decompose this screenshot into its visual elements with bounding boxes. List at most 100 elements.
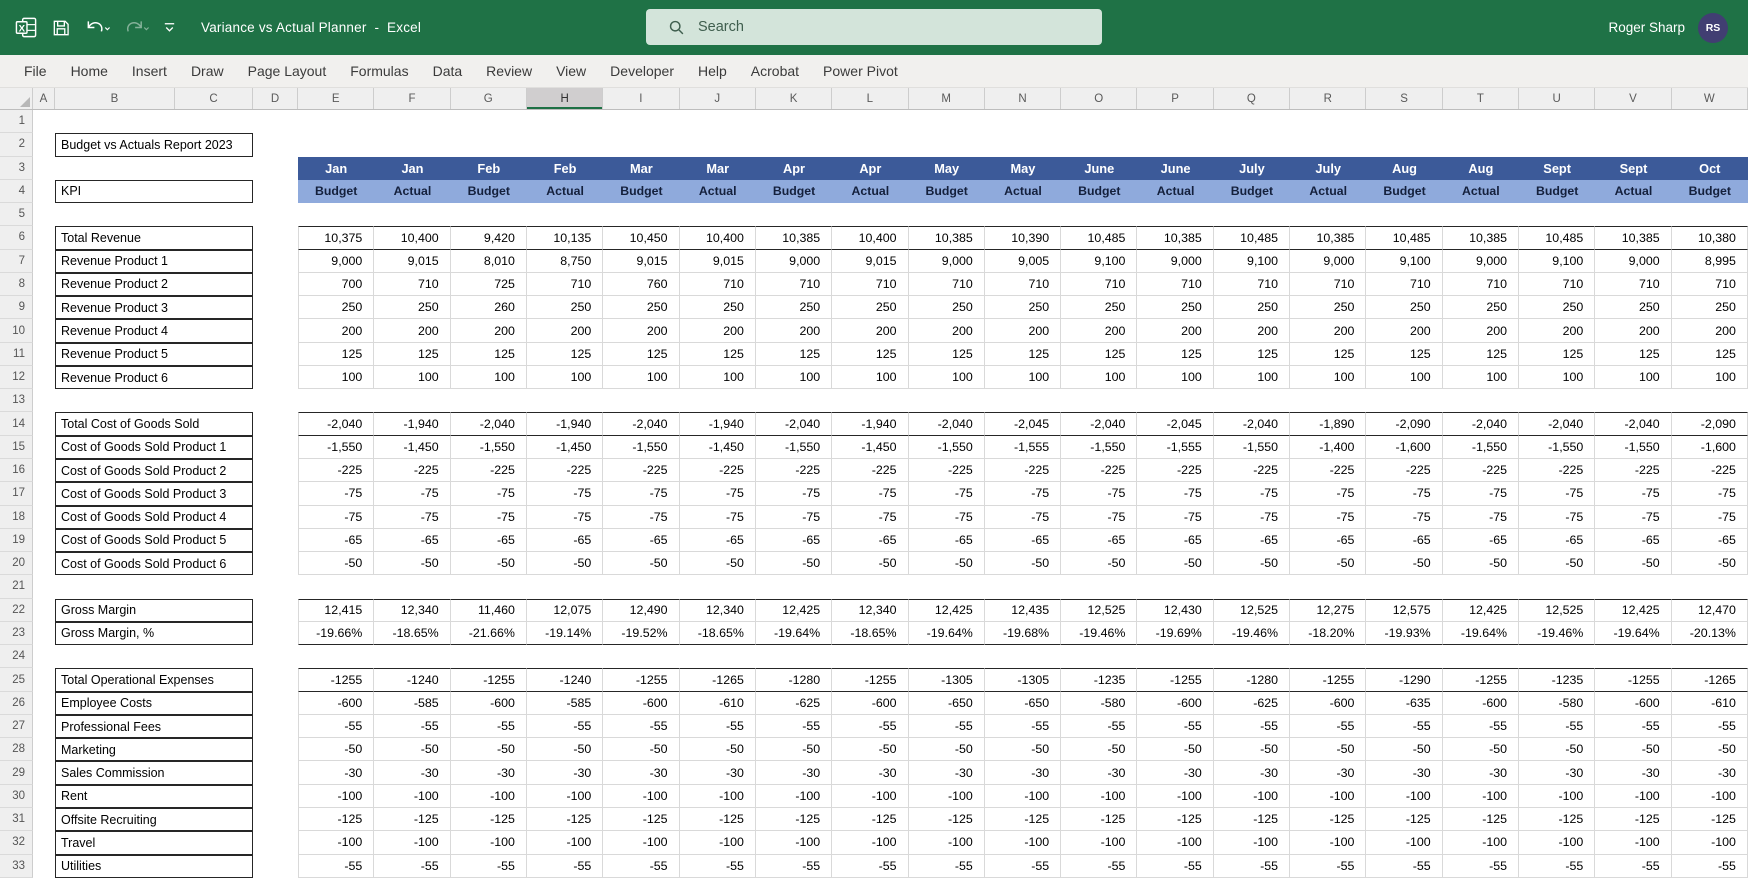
cell-W32[interactable]: -100 (1672, 831, 1748, 854)
row-label-box-29[interactable]: Sales Commission (55, 761, 253, 784)
cell-G28[interactable]: -50 (451, 738, 527, 761)
cell-I15[interactable]: -1,550 (603, 436, 679, 459)
cell-E17[interactable]: -75 (298, 482, 374, 505)
cell-F11[interactable]: 125 (374, 343, 450, 366)
cell-I29[interactable]: -30 (603, 761, 679, 784)
cell-A22[interactable] (33, 599, 55, 622)
cell-J9[interactable]: 250 (680, 296, 756, 319)
row-header-5[interactable]: 5 (0, 203, 33, 226)
row-header-19[interactable]: 19 (0, 529, 33, 552)
cell-O18[interactable]: -75 (1061, 506, 1137, 529)
cell-Q8[interactable]: 710 (1214, 273, 1290, 296)
cell-Q9[interactable]: 250 (1214, 296, 1290, 319)
cell-S11[interactable]: 125 (1366, 343, 1442, 366)
cell-M4[interactable]: Budget (909, 180, 985, 203)
cell-B31[interactable]: Offsite Recruiting (55, 808, 253, 831)
cell-S16[interactable]: -225 (1366, 459, 1442, 482)
row-label-box-7[interactable]: Revenue Product 1 (55, 250, 253, 273)
cell-E9[interactable]: 250 (298, 296, 374, 319)
cell-V31[interactable]: -125 (1595, 808, 1671, 831)
cell-T32[interactable]: -100 (1443, 831, 1519, 854)
cell-L31[interactable]: -125 (832, 808, 908, 831)
row-label-box-11[interactable]: Revenue Product 5 (55, 343, 253, 366)
row-label-box-12[interactable]: Revenue Product 6 (55, 366, 253, 389)
cell-R10[interactable]: 200 (1290, 319, 1366, 342)
cell-F15[interactable]: -1,450 (374, 436, 450, 459)
cell-I4[interactable]: Budget (603, 180, 679, 203)
cell-J7[interactable]: 9,015 (680, 250, 756, 273)
cell-J31[interactable]: -125 (680, 808, 756, 831)
cell-H17[interactable]: -75 (527, 482, 603, 505)
ribbon-tab-page-layout[interactable]: Page Layout (236, 55, 339, 87)
cell-D29[interactable] (253, 761, 298, 784)
cell-Q31[interactable]: -125 (1214, 808, 1290, 831)
cell-D2[interactable] (253, 133, 298, 156)
cell-F9[interactable]: 250 (374, 296, 450, 319)
cell-E25[interactable]: -1255 (298, 668, 374, 691)
cell-V15[interactable]: -1,550 (1595, 436, 1671, 459)
cell-P15[interactable]: -1,555 (1137, 436, 1213, 459)
cell-O30[interactable]: -100 (1061, 785, 1137, 808)
cell-G19[interactable]: -65 (451, 529, 527, 552)
cell-D25[interactable] (253, 668, 298, 691)
cell-B7[interactable]: Revenue Product 1 (55, 250, 253, 273)
cell-G30[interactable]: -100 (451, 785, 527, 808)
cell-S8[interactable]: 710 (1366, 273, 1442, 296)
cell-E7[interactable]: 9,000 (298, 250, 374, 273)
cell-U25[interactable]: -1235 (1519, 668, 1595, 691)
row-header-17[interactable]: 17 (0, 482, 33, 505)
cell-S18[interactable]: -75 (1366, 506, 1442, 529)
cell-M10[interactable]: 200 (909, 319, 985, 342)
cell-N11[interactable]: 125 (985, 343, 1061, 366)
cell-A13[interactable] (33, 389, 55, 412)
cell-N14[interactable]: -2,045 (985, 412, 1061, 435)
cell-Q17[interactable]: -75 (1214, 482, 1290, 505)
cell-H4[interactable]: Actual (527, 180, 603, 203)
cells-empty-row-1[interactable] (298, 110, 1748, 133)
cell-E26[interactable]: -600 (298, 692, 374, 715)
cell-R31[interactable]: -125 (1290, 808, 1366, 831)
cell-M11[interactable]: 125 (909, 343, 985, 366)
cell-A21[interactable] (33, 575, 55, 598)
cell-D11[interactable] (253, 343, 298, 366)
cell-W20[interactable]: -50 (1672, 552, 1748, 575)
cell-N26[interactable]: -650 (985, 692, 1061, 715)
cell-U30[interactable]: -100 (1519, 785, 1595, 808)
cell-J18[interactable]: -75 (680, 506, 756, 529)
cell-N32[interactable]: -100 (985, 831, 1061, 854)
row-header-33[interactable]: 33 (0, 855, 33, 878)
cell-T17[interactable]: -75 (1443, 482, 1519, 505)
column-header-V[interactable]: V (1595, 88, 1671, 109)
cell-G8[interactable]: 725 (451, 273, 527, 296)
cell-O14[interactable]: -2,040 (1061, 412, 1137, 435)
cell-N29[interactable]: -30 (985, 761, 1061, 784)
cell-F10[interactable]: 200 (374, 319, 450, 342)
column-header-K[interactable]: K (756, 88, 832, 109)
cell-L25[interactable]: -1255 (832, 668, 908, 691)
cell-L27[interactable]: -55 (832, 715, 908, 738)
cell-T18[interactable]: -75 (1443, 506, 1519, 529)
cell-F8[interactable]: 710 (374, 273, 450, 296)
cell-A15[interactable] (33, 436, 55, 459)
row-header-12[interactable]: 12 (0, 366, 33, 389)
cell-F25[interactable]: -1240 (374, 668, 450, 691)
cell-E12[interactable]: 100 (298, 366, 374, 389)
cell-Q4[interactable]: Budget (1214, 180, 1290, 203)
cell-T7[interactable]: 9,000 (1443, 250, 1519, 273)
save-button[interactable] (51, 18, 71, 38)
ribbon-tab-home[interactable]: Home (59, 55, 120, 87)
column-header-Q[interactable]: Q (1214, 88, 1290, 109)
cell-V22[interactable]: 12,425 (1595, 599, 1671, 622)
cell-P25[interactable]: -1255 (1137, 668, 1213, 691)
cell-A31[interactable] (33, 808, 55, 831)
cell-S7[interactable]: 9,100 (1366, 250, 1442, 273)
cell-V4[interactable]: Actual (1595, 180, 1671, 203)
cell-J23[interactable]: -18.65% (680, 622, 756, 645)
cell-J20[interactable]: -50 (680, 552, 756, 575)
cell-S17[interactable]: -75 (1366, 482, 1442, 505)
ribbon-tab-insert[interactable]: Insert (120, 55, 179, 87)
cell-F32[interactable]: -100 (374, 831, 450, 854)
cell-K30[interactable]: -100 (756, 785, 832, 808)
cell-N33[interactable]: -55 (985, 855, 1061, 878)
cell-V12[interactable]: 100 (1595, 366, 1671, 389)
